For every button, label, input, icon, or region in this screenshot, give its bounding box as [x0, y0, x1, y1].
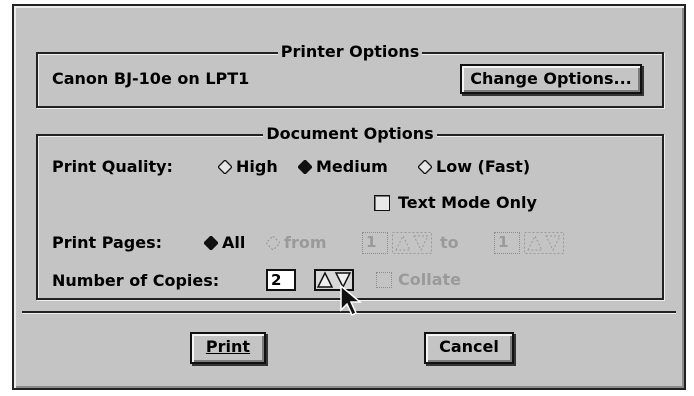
- collate-checkbox[interactable]: [376, 272, 392, 288]
- quality-medium-label[interactable]: Medium: [316, 157, 388, 177]
- radio-diamond-icon: [218, 160, 232, 174]
- quality-medium-radio[interactable]: [298, 160, 312, 174]
- to-page-spinner[interactable]: [524, 232, 564, 254]
- copies-label: Number of Copies:: [52, 271, 220, 290]
- document-options-group: Document Options Print Quality: High Med…: [36, 124, 664, 300]
- print-button-label: Print: [205, 337, 251, 356]
- radio-diamond-disabled-icon: [266, 236, 280, 250]
- quality-high-radio[interactable]: [218, 160, 232, 174]
- print-button[interactable]: Print: [190, 332, 266, 364]
- print-quality-label: Print Quality:: [52, 157, 173, 176]
- printer-options-legend: Printer Options: [277, 42, 423, 61]
- print-dialog: Printer Options Canon BJ-10e on LPT1 Cha…: [12, 4, 686, 390]
- text-mode-only-checkbox[interactable]: [374, 195, 390, 211]
- copies-field[interactable]: 2: [266, 269, 296, 291]
- pages-to-label: to: [440, 233, 459, 252]
- printer-name: Canon BJ-10e on LPT1: [52, 69, 250, 88]
- to-page-field[interactable]: 1: [494, 232, 520, 254]
- radio-diamond-selected-icon: [298, 160, 312, 174]
- printer-options-group: Printer Options Canon BJ-10e on LPT1 Cha…: [36, 42, 664, 108]
- quality-low-radio[interactable]: [418, 160, 432, 174]
- pages-from-radio[interactable]: [266, 236, 280, 250]
- cancel-button[interactable]: Cancel: [424, 332, 514, 364]
- change-options-button[interactable]: Change Options...: [460, 64, 642, 94]
- pages-all-label[interactable]: All: [222, 233, 245, 253]
- collate-label: Collate: [398, 270, 461, 289]
- spinner-arrows-icon: [524, 232, 564, 254]
- from-page-field[interactable]: 1: [362, 232, 388, 254]
- from-page-spinner[interactable]: [392, 232, 432, 254]
- text-mode-only-label[interactable]: Text Mode Only: [398, 193, 537, 213]
- pages-all-radio[interactable]: [204, 236, 218, 250]
- spinner-arrows-icon: [392, 232, 432, 254]
- quality-low-label[interactable]: Low (Fast): [436, 157, 530, 177]
- print-pages-label: Print Pages:: [52, 233, 163, 252]
- document-options-legend: Document Options: [263, 124, 437, 143]
- mouse-cursor-icon: [339, 284, 363, 318]
- radio-diamond-selected-icon: [204, 236, 218, 250]
- pages-from-label: from: [284, 233, 327, 252]
- quality-high-label[interactable]: High: [236, 157, 278, 177]
- radio-diamond-icon: [418, 160, 432, 174]
